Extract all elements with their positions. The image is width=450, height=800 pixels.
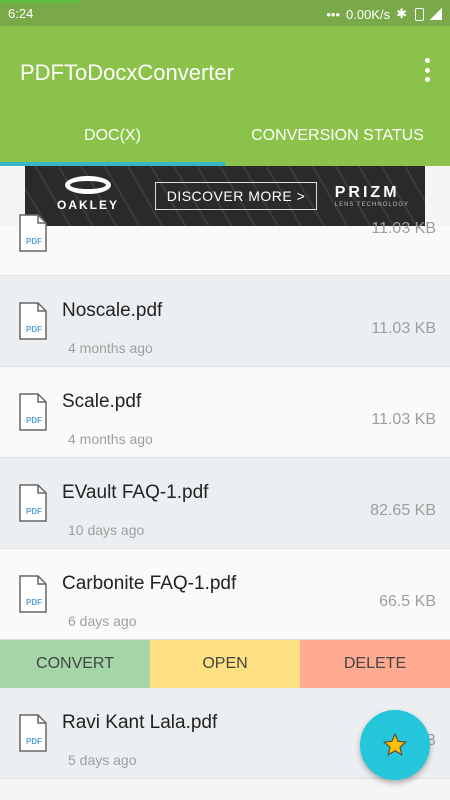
ad-brand-right-sub: LENS TECHNOLOGY — [334, 202, 409, 208]
file-name: Noscale.pdf — [62, 300, 163, 321]
pdf-file-icon: PDF — [19, 302, 47, 340]
signal-icon — [430, 8, 442, 20]
svg-text:PDF: PDF — [26, 325, 42, 334]
ad-cta-button[interactable]: DISCOVER MORE > — [155, 182, 317, 210]
app-title: PDFToDocxConverter — [20, 60, 234, 85]
file-date: 5 days ago — [68, 752, 137, 768]
file-size: 11.03 KB — [371, 320, 436, 337]
battery-icon — [415, 7, 424, 21]
file-size: 82.65 KB — [370, 502, 436, 519]
file-date: 6 days ago — [68, 613, 137, 629]
status-icons: ••• 0.00K/s ✱ — [326, 6, 442, 22]
file-date: 4 months ago — [68, 431, 153, 447]
file-name: EVault FAQ-1.pdf — [62, 482, 209, 503]
file-size: 11.03 KB — [371, 411, 436, 428]
svg-text:PDF: PDF — [26, 507, 42, 516]
pdf-file-icon: PDF — [19, 484, 47, 522]
notification-dots: ••• — [326, 6, 340, 22]
convert-button[interactable]: CONVERT — [0, 640, 150, 688]
network-speed: 0.00K/s — [346, 6, 391, 22]
pdf-file-icon: PDF — [19, 214, 47, 252]
file-size: 11.03 KB — [371, 220, 436, 237]
file-date: 4 months ago — [68, 340, 153, 356]
file-row[interactable]: PDF EVault FAQ-1.pdf 10 days ago 82.65 K… — [0, 458, 450, 549]
open-button[interactable]: OPEN — [150, 640, 300, 688]
svg-text:PDF: PDF — [26, 737, 42, 746]
ad-brand-right-text: PRIZM — [334, 184, 400, 201]
pdf-file-icon: PDF — [19, 575, 47, 613]
tab-conversion-status[interactable]: CONVERSION STATUS — [225, 120, 450, 166]
svg-text:PDF: PDF — [26, 598, 42, 607]
oakley-logo-icon — [65, 176, 111, 194]
favorite-fab[interactable] — [360, 710, 430, 780]
file-date: 10 days ago — [68, 522, 145, 538]
tab-docx[interactable]: DOC(X) — [0, 120, 225, 166]
ad-brand-right: PRIZM LENS TECHNOLOGY — [335, 184, 409, 208]
progress-indicator — [0, 0, 80, 3]
svg-text:PDF: PDF — [26, 237, 42, 246]
status-bar: 6:24 ••• 0.00K/s ✱ — [0, 0, 450, 26]
app-bar: PDFToDocxConverter DOC(X) CONVERSION STA… — [0, 26, 450, 166]
file-size: 66.5 KB — [379, 593, 436, 610]
ad-banner[interactable]: OAKLEY DISCOVER MORE > PRIZM LENS TECHNO… — [25, 166, 425, 226]
clock: 6:24 — [8, 6, 34, 21]
svg-text:PDF: PDF — [26, 416, 42, 425]
bluetooth-icon: ✱ — [396, 6, 407, 21]
file-name: Carbonite FAQ-1.pdf — [62, 573, 237, 594]
ad-brand-logo: OAKLEY — [33, 176, 143, 212]
delete-button[interactable]: DELETE — [300, 640, 450, 688]
star-icon — [382, 732, 408, 756]
overflow-menu-icon[interactable] — [422, 58, 432, 82]
file-row[interactable]: PDF 11.03 KB — [0, 214, 450, 276]
file-row[interactable]: PDF Scale.pdf 4 months ago 11.03 KB — [0, 367, 450, 458]
ad-brand-left: OAKLEY — [56, 198, 119, 212]
file-list: PDF 11.03 KB PDF Noscale.pdf 4 months ag… — [0, 214, 450, 640]
file-name: Scale.pdf — [62, 391, 142, 412]
file-name: Ravi Kant Lala.pdf — [62, 712, 218, 733]
file-row[interactable]: PDF Noscale.pdf 4 months ago 11.03 KB — [0, 276, 450, 367]
pdf-file-icon: PDF — [19, 714, 47, 752]
tab-bar: DOC(X) CONVERSION STATUS — [0, 120, 450, 166]
file-row-selected[interactable]: PDF Carbonite FAQ-1.pdf 6 days ago 66.5 … — [0, 549, 450, 640]
file-actions: CONVERT OPEN DELETE — [0, 640, 450, 688]
pdf-file-icon: PDF — [19, 393, 47, 431]
